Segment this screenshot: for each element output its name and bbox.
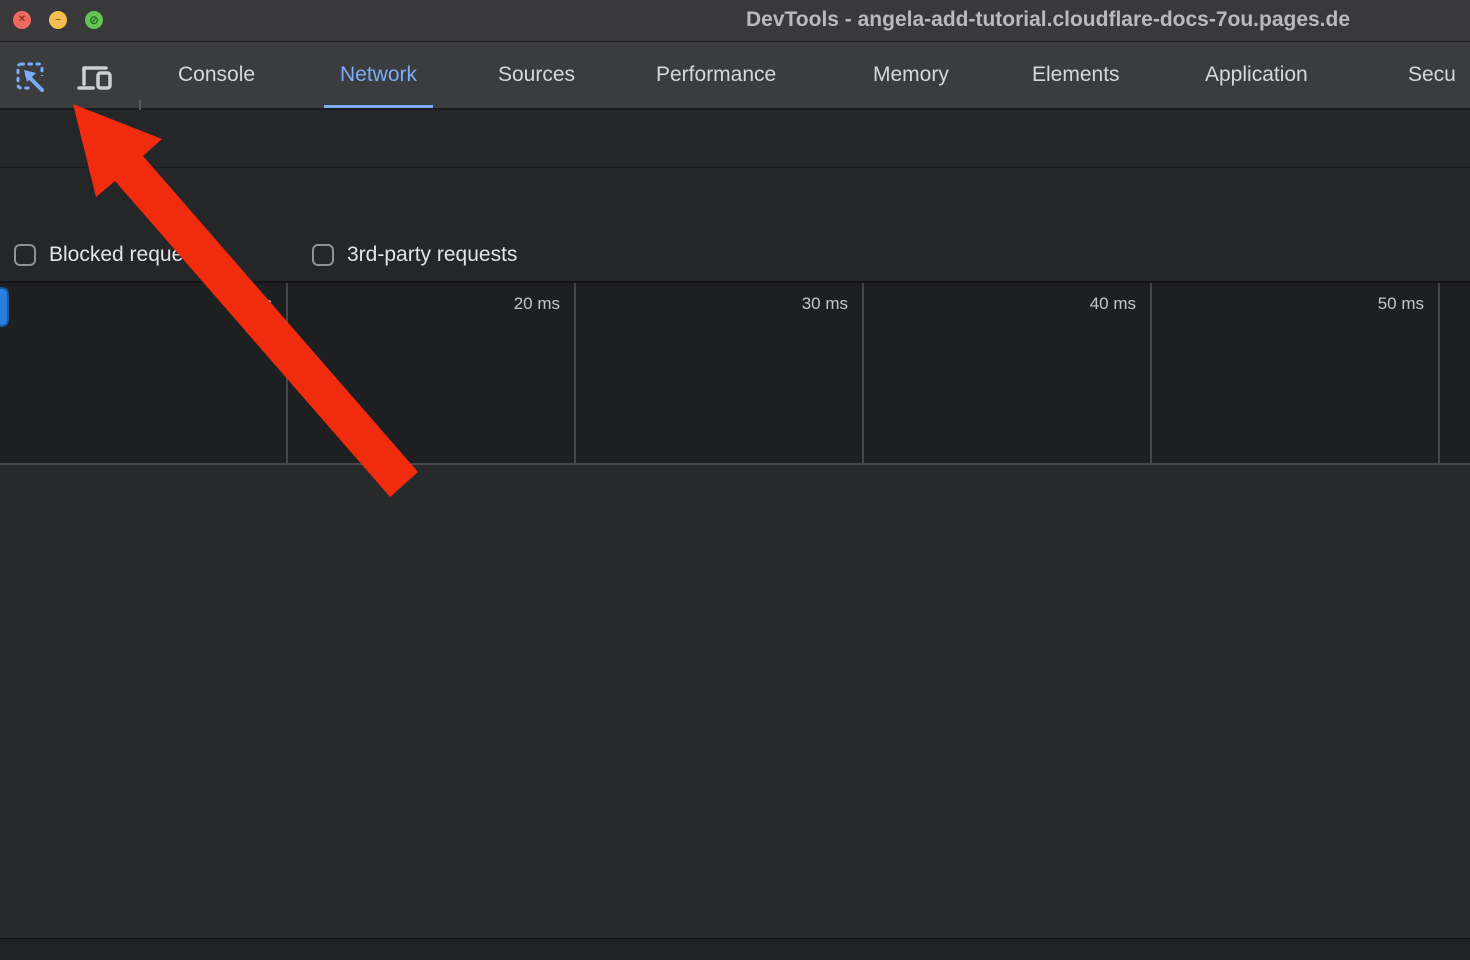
device-toolbar-icon [76,60,114,94]
close-icon: ✕ [18,15,26,25]
timeline-gridline [1150,283,1152,463]
third-party-requests-label: 3rd-party requests [347,243,517,267]
requests-panel-empty: Recordi Perform a request [0,465,1470,938]
timeline-gridline [574,283,576,463]
third-party-requests-checkbox[interactable]: 3rd-party requests [312,243,517,267]
timeline-tick-40ms: 40 ms [1040,294,1136,314]
checkbox-box[interactable] [312,244,334,266]
tab-security[interactable]: Secu [1408,42,1456,108]
network-toolbar: Preserve log Disable cache No throttling [0,110,1470,168]
network-filter-bar: Invert Hide data URLs Hide extension URL… [0,168,1470,228]
window-title: DevTools - angela-add-tutorial.cloudflar… [746,8,1470,32]
tab-sources[interactable]: Sources [498,42,575,108]
inspect-element-button[interactable] [12,58,50,96]
timeline-tick-30ms: 30 ms [752,294,848,314]
toggle-device-toolbar-button[interactable] [76,58,114,96]
timeline-tick-50ms: 50 ms [1328,294,1424,314]
timeline-tick-10ms: 10 ms [176,294,272,314]
tab-network[interactable]: Network [340,42,417,108]
tab-performance[interactable]: Performance [656,42,776,108]
tab-memory[interactable]: Memory [873,42,949,108]
timeline-gridline [862,283,864,463]
tab-console[interactable]: Console [178,42,255,108]
tab-application[interactable]: Application [1205,42,1308,108]
minimize-window-button[interactable]: – [49,11,67,29]
overview-drag-handle[interactable] [0,287,9,327]
timeline-tick-20ms: 20 ms [464,294,560,314]
network-filter-bar-2: Blocked requests 3rd-party requests [0,228,1470,283]
devtools-tab-bar: Console Network Sources Performance Memo… [0,42,1470,110]
close-window-button[interactable]: ✕ [13,11,31,29]
fullscreen-blocked-icon: ⊘ [89,14,99,26]
titlebar: ✕ – ⊘ DevTools - angela-add-tutorial.clo… [0,0,1470,42]
timeline-gridline [1438,283,1440,463]
devtools-window: ✕ – ⊘ DevTools - angela-add-tutorial.clo… [0,0,1470,960]
blocked-requests-checkbox[interactable]: Blocked requests [14,243,210,267]
inspect-cursor-icon [14,60,48,94]
zoom-window-button[interactable]: ⊘ [85,11,103,29]
checkbox-box[interactable] [14,244,36,266]
tab-elements[interactable]: Elements [1032,42,1120,108]
network-overview-timeline[interactable]: 10 ms 20 ms 30 ms 40 ms 50 ms [0,283,1470,465]
timeline-gridline [286,283,288,463]
blocked-requests-label: Blocked requests [49,243,210,267]
minimize-icon: – [55,15,61,25]
bottom-status-strip [0,938,1470,960]
